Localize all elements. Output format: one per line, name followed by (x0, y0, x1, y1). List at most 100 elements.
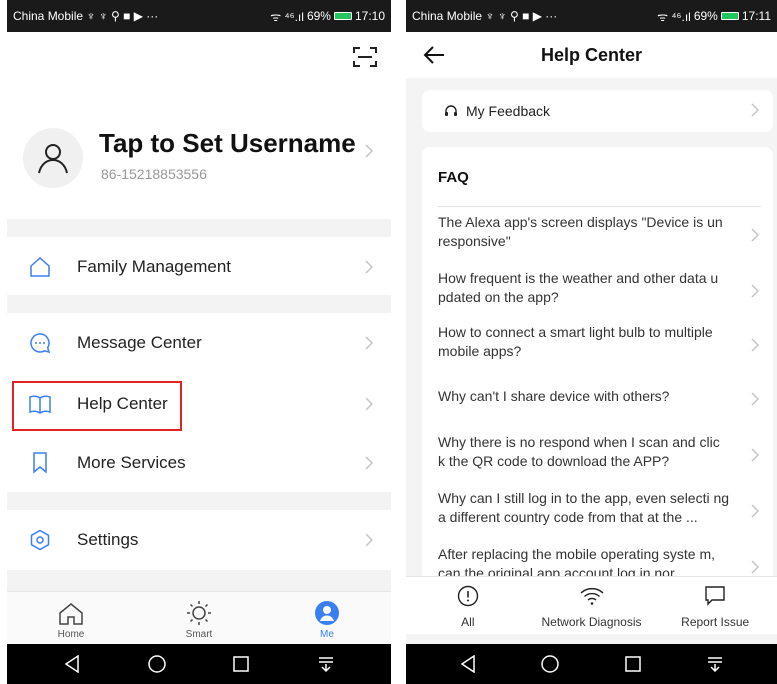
signal-icon: ᯤ ⁴⁶.ıl (657, 9, 691, 24)
menu-label: Family Management (77, 257, 232, 276)
highlight-box (12, 381, 182, 431)
message-square-icon (705, 586, 725, 606)
tab-home[interactable]: Home (7, 592, 135, 644)
page-title: Help Center (540, 45, 643, 65)
battery-percent: 69% (693, 9, 718, 23)
faq-item[interactable]: How to connect a smart light bulb to mul… (438, 323, 773, 367)
chevron-right-icon (751, 560, 759, 574)
home-nav-icon[interactable] (530, 649, 570, 679)
chevron-right-icon (365, 456, 373, 470)
headset-icon (445, 105, 457, 116)
menu-settings[interactable]: Settings (7, 512, 391, 568)
user-icon (38, 144, 68, 174)
status-icons: ᯤ ⁴⁶.ıl 69% 17:10 (270, 8, 385, 25)
chevron-right-icon (751, 448, 759, 462)
phone-number: 86-15218853556 (101, 166, 207, 182)
tab-label: Home (57, 629, 85, 640)
menu-more-services[interactable]: More Services (7, 435, 391, 491)
faq-question: Why there is no respond when I scan and … (438, 434, 720, 469)
tab-label: Smart (185, 629, 213, 640)
hexagon-settings-icon (27, 527, 53, 553)
faq-question: The Alexa app's screen displays "Device … (438, 214, 723, 249)
my-feedback-row[interactable]: My Feedback (422, 90, 773, 132)
status-bar: China Mobile ♆ ♆ ⚲ ■ ▶ ··· ᯤ ⁴⁶.ıl 69% 1… (406, 0, 777, 32)
profile-header[interactable]: Tap to Set Username 86-15218853556 (23, 124, 391, 188)
notification-pull-icon[interactable] (695, 649, 735, 679)
menu-label: More Services (77, 453, 186, 472)
clock: 17:11 (741, 9, 771, 23)
faq-item[interactable]: The Alexa app's screen displays "Device … (438, 213, 773, 257)
tab-report-issue[interactable]: Report Issue (653, 577, 777, 634)
battery-percent: 69% (306, 9, 331, 23)
faq-question: How frequent is the weather and other da… (438, 270, 719, 305)
chat-bubble-icon (27, 330, 53, 356)
username-label[interactable]: Tap to Set Username (99, 128, 356, 159)
notification-pull-icon[interactable] (306, 649, 346, 679)
chevron-right-icon (365, 144, 373, 158)
status-icons: ᯤ ⁴⁶.ıl 69% 17:11 (657, 8, 771, 25)
chevron-right-icon (751, 228, 759, 242)
menu-message-center[interactable]: Message Center (7, 315, 391, 371)
bookmark-icon (27, 450, 53, 476)
faq-item[interactable]: Why can I still log in to the app, even … (438, 489, 773, 533)
help-center-screen: China Mobile ♆ ♆ ⚲ ■ ▶ ··· ᯤ ⁴⁶.ıl 69% 1… (406, 0, 777, 684)
tab-label: Me (320, 629, 334, 640)
back-nav-icon[interactable] (52, 649, 92, 679)
bottom-tab-bar: Home Smart Me (7, 591, 391, 644)
chevron-right-icon (751, 338, 759, 352)
back-nav-icon[interactable] (448, 649, 488, 679)
tab-label: Report Issue (681, 615, 750, 629)
page-header: Help Center (406, 32, 777, 78)
tab-smart[interactable]: Smart (135, 592, 263, 644)
menu-label: Message Center (77, 333, 202, 352)
screenshot-stage: China Mobile ♆ ♆ ⚲ ■ ▶ ··· ᯤ ⁴⁶.ıl 69% 1… (0, 0, 777, 684)
section-divider (7, 570, 391, 591)
home-tab-icon (59, 603, 83, 625)
chevron-right-icon (751, 103, 759, 117)
tab-network-diagnosis[interactable]: Network Diagnosis (530, 577, 654, 634)
info-circle-icon (457, 585, 479, 607)
android-nav-bar (406, 644, 777, 684)
chevron-right-icon (365, 397, 373, 411)
tab-me[interactable]: Me (263, 592, 391, 644)
home-nav-icon[interactable] (137, 649, 177, 679)
faq-item[interactable]: Why there is no respond when I scan and … (438, 433, 773, 477)
sun-icon (187, 601, 211, 625)
section-divider (7, 219, 391, 237)
wifi-icon (580, 587, 603, 605)
chevron-right-icon (365, 336, 373, 350)
menu-label: Settings (77, 530, 139, 549)
battery-icon (720, 12, 739, 20)
faq-item[interactable]: How frequent is the weather and other da… (438, 269, 773, 313)
chevron-right-icon (365, 260, 373, 274)
user-circle-icon (315, 601, 339, 625)
avatar[interactable] (23, 128, 83, 188)
faq-question: How to connect a smart light bulb to mul… (438, 324, 713, 359)
chevron-right-icon (365, 533, 373, 547)
battery-icon (333, 12, 352, 20)
clock: 17:10 (354, 9, 385, 23)
faq-card: FAQ The Alexa app's screen displays "Dev… (422, 147, 773, 587)
signal-icon: ᯤ ⁴⁶.ıl (270, 9, 304, 24)
scan-icon[interactable] (353, 47, 377, 67)
faq-question: Why can't I share device with others? (438, 388, 670, 404)
section-divider (7, 295, 391, 313)
faq-title: FAQ (438, 169, 469, 186)
status-bar: China Mobile ♆ ♆ ⚲ ■ ▶ ··· ᯤ ⁴⁶.ıl 69% 1… (7, 0, 391, 32)
menu-family-management[interactable]: Family Management (7, 239, 391, 295)
home-outline-icon (27, 254, 53, 280)
android-nav-bar (7, 644, 391, 684)
section-divider (7, 492, 391, 510)
faq-item[interactable]: Why can't I share device with others? (438, 387, 773, 411)
chevron-right-icon (751, 284, 759, 298)
carrier-label: China Mobile ♆ ♆ ⚲ ■ ▶ ··· (412, 9, 558, 23)
tab-label: Network Diagnosis (541, 615, 642, 629)
tab-all[interactable]: All (406, 577, 530, 634)
recents-nav-icon[interactable] (613, 649, 653, 679)
faq-question: Why can I still log in to the app, even … (438, 490, 730, 525)
divider (438, 206, 761, 207)
chevron-right-icon (751, 392, 759, 406)
feedback-label: My Feedback (466, 103, 551, 119)
carrier-label: China Mobile ♆ ♆ ⚲ ■ ▶ ··· (13, 9, 159, 23)
recents-nav-icon[interactable] (221, 649, 261, 679)
